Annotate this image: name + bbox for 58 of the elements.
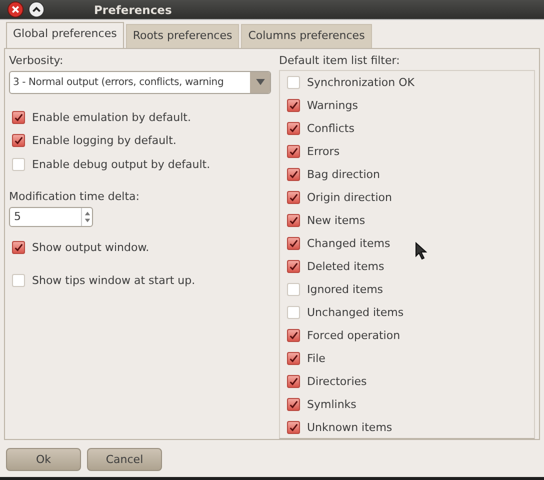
checkbox-label: Ignored items: [307, 282, 384, 296]
checkbox[interactable]: [287, 76, 300, 89]
checkbox[interactable]: [287, 122, 300, 135]
checkbox[interactable]: [287, 374, 300, 388]
checkbox[interactable]: [12, 158, 25, 171]
checkbox-label: Synchronization OK: [307, 76, 414, 89]
checkbox-label: Enable logging by default.: [32, 134, 176, 148]
checkbox[interactable]: [12, 241, 25, 254]
checkbox-label: Symlinks: [307, 398, 356, 411]
checkbox-label: Enable debug output by default.: [32, 158, 210, 171]
checkbox[interactable]: [287, 420, 300, 434]
checkbox-label: Directories: [307, 374, 367, 388]
spin-box[interactable]: 5: [9, 206, 93, 226]
tab[interactable]: Columns preferences: [241, 24, 372, 48]
checkbox-label: Warnings: [307, 98, 358, 112]
field-label: Modification time delta:: [9, 190, 140, 204]
checkbox[interactable]: [287, 168, 300, 181]
cancel-button[interactable]: Cancel: [87, 448, 162, 471]
field-label: Verbosity:: [9, 54, 64, 68]
checkbox[interactable]: [287, 190, 300, 204]
checkbox-label: File: [307, 352, 326, 365]
window-title: Preferences: [94, 2, 172, 16]
checkbox-label: Forced operation: [307, 328, 400, 342]
checkbox[interactable]: [287, 306, 300, 319]
tab[interactable]: Roots preferences: [126, 24, 240, 48]
maximize-icon[interactable]: [28, 1, 45, 18]
checkbox-label: Bag direction: [307, 168, 380, 181]
dropdown-arrow-icon: [256, 79, 264, 86]
checkbox[interactable]: [287, 398, 300, 411]
checkbox-label: Deleted items: [307, 260, 384, 273]
checkbox[interactable]: [12, 274, 25, 287]
checkbox[interactable]: [287, 98, 300, 112]
verbosity-dropdown[interactable]: 3 - Normal output (errors, conflicts, warning: [9, 71, 271, 94]
cursor-icon: [415, 242, 427, 260]
checkbox-label: Enable emulation by default.: [32, 110, 191, 124]
checkbox[interactable]: [287, 282, 300, 296]
checkbox-label: New items: [307, 214, 366, 227]
checkbox[interactable]: [12, 110, 25, 124]
checkbox[interactable]: [287, 328, 300, 342]
checkbox-label: Unchanged items: [307, 306, 404, 319]
checkbox-label: Errors: [307, 144, 340, 158]
checkbox-label: Show output window.: [32, 241, 150, 254]
checkbox-label: Changed items: [307, 236, 390, 250]
checkbox-label: Origin direction: [307, 190, 392, 204]
checkbox-label: Unknown items: [307, 420, 392, 434]
checkbox[interactable]: [12, 134, 25, 148]
spin-arrows-icon[interactable]: [84, 210, 90, 224]
ok-button[interactable]: Ok: [6, 448, 81, 471]
checkbox[interactable]: [287, 236, 300, 250]
filter-label: Default item list filter:: [279, 54, 401, 68]
tab[interactable]: Global preferences: [6, 22, 124, 49]
checkbox[interactable]: [287, 214, 300, 227]
checkbox[interactable]: [287, 144, 300, 158]
checkbox[interactable]: [287, 352, 300, 365]
close-icon[interactable]: [7, 1, 24, 18]
checkbox-label: Show tips window at start up.: [32, 274, 196, 287]
checkbox[interactable]: [287, 260, 300, 273]
checkbox-label: Conflicts: [307, 122, 354, 135]
